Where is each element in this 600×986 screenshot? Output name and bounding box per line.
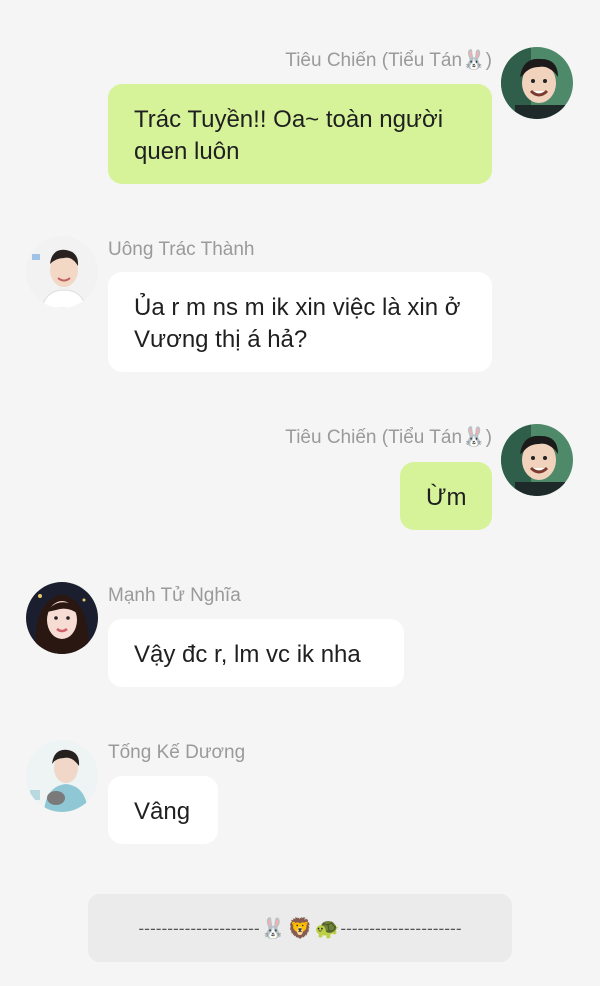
section-divider: --------------------- 🐰 🦁 🐢 ------------…	[88, 894, 512, 962]
sender-name: Tống Kế Dương	[108, 742, 246, 763]
avatar-manh-tu-nghia-image	[26, 582, 98, 654]
avatar[interactable]	[26, 740, 98, 812]
divider-dashes-left: ---------------------	[138, 918, 260, 938]
message-bubble-incoming[interactable]: Vâng	[108, 776, 218, 844]
lion-icon: 🦁	[287, 916, 313, 940]
message-bubble-outgoing[interactable]: Ừm	[400, 462, 492, 530]
message-bubble-incoming[interactable]: Ủa r m ns m ik xin việc là xin ở Vương t…	[108, 272, 492, 372]
avatar-tieu-chien-image	[501, 424, 573, 496]
sender-name: Mạnh Tử Nghĩa	[108, 585, 241, 606]
avatar-tong-ke-duong-image	[26, 740, 98, 812]
sender-name: Tiêu Chiến (Tiểu Tán🐰)	[285, 427, 492, 448]
rabbit-icon: 🐰	[260, 916, 286, 940]
avatar[interactable]	[501, 47, 573, 119]
avatar[interactable]	[26, 236, 98, 308]
avatar-tieu-chien-image	[501, 47, 573, 119]
divider-dashes-right: ---------------------	[340, 918, 462, 938]
sender-name: Uông Trác Thành	[108, 239, 255, 260]
sender-name: Tiêu Chiến (Tiểu Tán🐰)	[285, 50, 492, 71]
avatar-uong-trac-thanh-image	[26, 236, 98, 308]
avatar[interactable]	[501, 424, 573, 496]
turtle-icon: 🐢	[314, 916, 340, 940]
chat-thread: Tiêu Chiến (Tiểu Tán🐰) Trác Tuyền!! Oa~ …	[0, 0, 600, 986]
message-bubble-outgoing[interactable]: Trác Tuyền!! Oa~ toàn người quen luôn	[108, 84, 492, 184]
avatar[interactable]	[26, 582, 98, 654]
message-bubble-incoming[interactable]: Vậy đc r, lm vc ik nha	[108, 619, 404, 687]
